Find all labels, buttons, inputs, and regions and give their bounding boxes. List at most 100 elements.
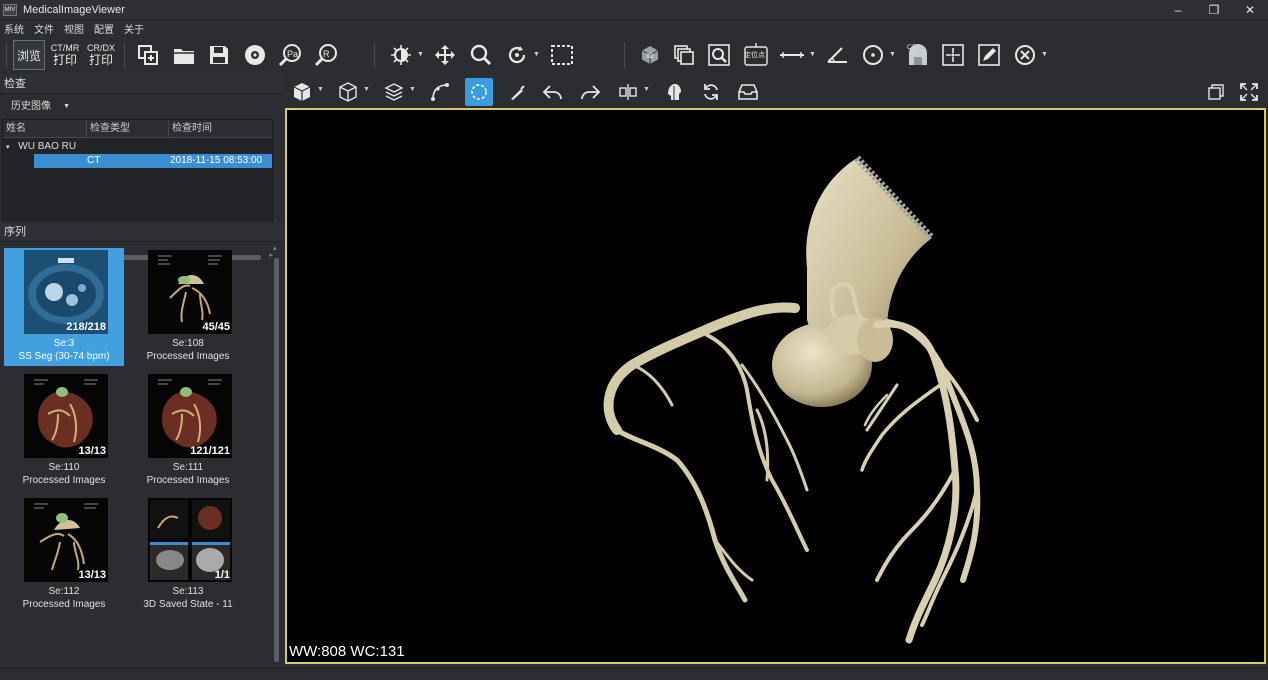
menu-file[interactable]: 文件 [34, 21, 54, 36]
redo-icon[interactable] [576, 78, 604, 106]
chevron-down-icon[interactable]: ▼ [417, 51, 424, 58]
move-icon[interactable] [432, 40, 458, 70]
history-combo-value: 历史图像 [11, 101, 51, 112]
pan-zoom-icon[interactable]: Pa [277, 40, 303, 70]
chevron-down-icon[interactable]: ▼ [317, 86, 324, 93]
series-thumbnail[interactable]: 13/13 Se:112 Processed Images [4, 496, 124, 614]
patient-name: WU BAO RU [18, 141, 77, 152]
angle-icon[interactable] [824, 40, 850, 70]
chevron-down-icon[interactable]: ▼ [889, 51, 896, 58]
series-number: Se:112 [48, 586, 80, 597]
mirror-icon[interactable] [614, 78, 642, 106]
chevron-down-icon[interactable]: ▼ [363, 86, 370, 93]
column-study-time[interactable]: 检查时间 [169, 120, 272, 138]
cube-3d-icon[interactable]: 3D [637, 40, 663, 70]
ct-icon[interactable]: CT [904, 40, 932, 70]
column-name[interactable]: 姓名 [3, 120, 87, 138]
vertical-scrollbar[interactable]: ▴ [272, 245, 281, 664]
head-orientation-icon[interactable] [660, 78, 688, 106]
svg-text:R: R [323, 49, 330, 59]
refresh-icon[interactable] [697, 78, 725, 106]
scrollbar-thumb[interactable] [274, 258, 279, 662]
fullscreen-icon[interactable] [1235, 78, 1263, 106]
series-number: Se:108 [172, 338, 204, 349]
volume-render-viewport[interactable]: WW:808 WC:131 [285, 108, 1266, 664]
disc-icon[interactable] [242, 40, 268, 70]
menu-config[interactable]: 配置 [94, 21, 114, 36]
series-description: Processed Images [22, 475, 106, 486]
rotate-icon[interactable] [504, 40, 530, 70]
main-toolbar: 浏览 CT/MR 打印 CR/DX 打印 Pa R ▼ ▼ 3D 定位点 ▼ ▼… [0, 36, 1268, 74]
brightness-icon[interactable] [388, 40, 414, 70]
series-number: Se:113 [172, 586, 204, 597]
series-preview: 121/121 [148, 374, 232, 458]
lasso-select-icon[interactable] [465, 78, 493, 106]
search-zoom-icon[interactable]: R [313, 40, 339, 70]
series-thumbnail[interactable]: 218/218 Se:3 SS Seg (30-74 bpm) [4, 248, 124, 366]
cube-view-icon[interactable] [288, 78, 316, 106]
study-time: 2018-11-15 08:53:00 [170, 155, 263, 166]
chevron-down-icon[interactable]: ▼ [1041, 51, 1048, 58]
chevron-down-icon[interactable]: ▼ [809, 51, 816, 58]
series-thumbnail[interactable]: 45/45 Se:108 Processed Images [128, 248, 248, 366]
ctmr-print-button[interactable]: CT/MR 打印 [50, 40, 80, 70]
import-icon[interactable] [135, 40, 161, 70]
browse-button[interactable]: 浏览 [13, 40, 45, 70]
menu-about[interactable]: 关于 [124, 21, 144, 36]
series-panel-heading: 序列 [0, 222, 283, 242]
inbox-icon[interactable] [734, 78, 762, 106]
series-preview: 13/13 [24, 374, 108, 458]
status-bar [0, 668, 1268, 680]
chevron-down-icon[interactable]: ▼ [643, 86, 650, 93]
series-description: Processed Images [146, 351, 230, 362]
column-study-type[interactable]: 检查类型 [87, 120, 169, 138]
title-bar: MIV MedicalImageViewer ‒ ❐ ✕ [0, 0, 1268, 20]
series-number: Se:3 [53, 338, 75, 349]
magnify-icon[interactable] [468, 40, 494, 70]
chevron-down-icon[interactable]: ▼ [533, 51, 540, 58]
locate-point-button[interactable]: 定位点 [741, 40, 771, 70]
minimize-button[interactable]: ‒ [1160, 0, 1196, 20]
series-thumbnail[interactable]: 13/13 Se:110 Processed Images [4, 372, 124, 490]
study-row[interactable]: CT 2018-11-15 08:53:00 [34, 154, 272, 168]
curve-path-icon[interactable] [426, 78, 454, 106]
series-description: SS Seg (30-74 bpm) [18, 351, 110, 362]
ruler-icon[interactable] [778, 40, 806, 70]
locate-point-label: 定位点 [744, 52, 765, 59]
series-image-count: 218/218 [66, 321, 106, 333]
app-logo-icon: MIV [3, 3, 17, 16]
close-button[interactable]: ✕ [1232, 0, 1268, 20]
fit-window-icon[interactable] [706, 40, 732, 70]
restore-button[interactable]: ❐ [1196, 0, 1232, 20]
patient-row[interactable]: ▾ WU BAO RU [6, 140, 76, 154]
crdx-print-button[interactable]: CR/DX 打印 [86, 40, 116, 70]
menu-system[interactable]: 系统 [4, 21, 24, 36]
series-thumbnail[interactable]: 121/121 Se:111 Processed Images [128, 372, 248, 490]
restore-view-icon[interactable] [1202, 78, 1230, 106]
history-combo[interactable]: 历史图像 ▼ [4, 98, 76, 116]
collapse-arrow-icon[interactable]: ▾ [6, 144, 10, 151]
check-panel-heading: 检查 [0, 74, 283, 94]
wireframe-cube-icon[interactable] [334, 78, 362, 106]
circle-icon[interactable] [860, 40, 886, 70]
undo-icon[interactable] [539, 78, 567, 106]
crop-rect-icon[interactable] [548, 40, 576, 70]
series-description: Processed Images [22, 599, 106, 610]
save-icon[interactable] [206, 40, 232, 70]
pen-icon[interactable] [976, 40, 1002, 70]
scroll-up-icon[interactable]: ▴ [273, 244, 277, 252]
layers-icon[interactable] [380, 78, 408, 106]
scalpel-icon[interactable] [504, 78, 532, 106]
toolbar-separator [374, 42, 375, 68]
cancel-icon[interactable] [1012, 40, 1038, 70]
series-preview: 218/218 [24, 250, 108, 334]
series-number: Se:110 [48, 462, 80, 473]
menu-view[interactable]: 视图 [64, 21, 84, 36]
ctmr-print-label: 打印 [52, 53, 77, 67]
series-thumbnail[interactable]: 1/1 Se:113 3D Saved State - 11 [128, 496, 248, 614]
left-panel: 检查 历史图像 ▼ 姓名 检查类型 检查时间 ▾ WU BAO RU CT 20… [0, 74, 283, 668]
open-folder-icon[interactable] [170, 40, 198, 70]
center-point-icon[interactable] [940, 40, 966, 70]
chevron-down-icon[interactable]: ▼ [409, 86, 416, 93]
stack-icon[interactable] [671, 40, 697, 70]
